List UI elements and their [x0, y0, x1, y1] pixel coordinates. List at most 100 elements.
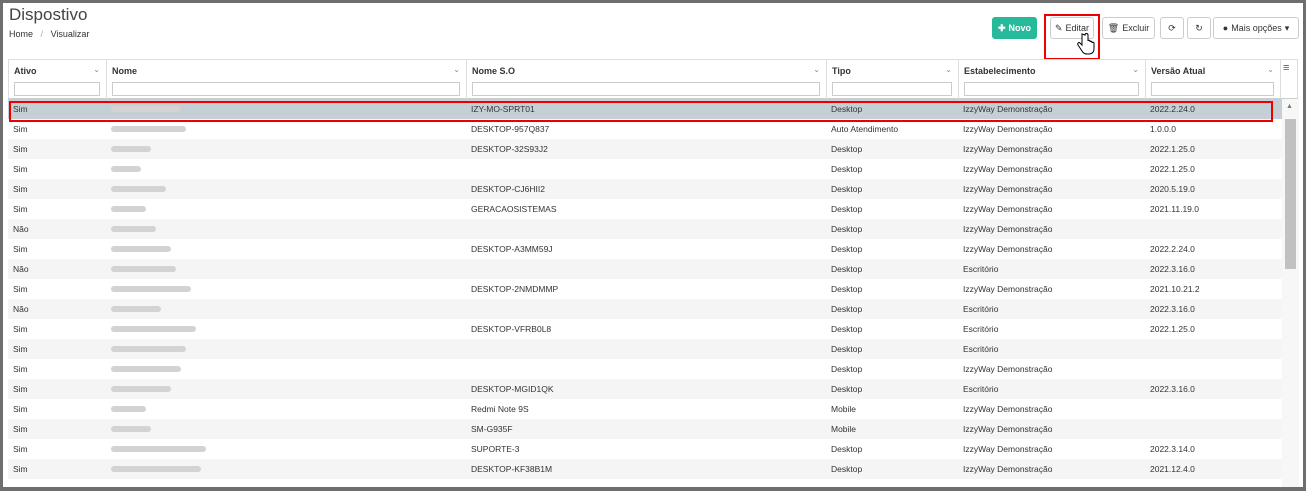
filter-nome-input[interactable] — [112, 82, 460, 96]
cell-nome-so: DESKTOP-957Q837 — [471, 124, 550, 134]
cell-versao-atual: 2022.1.25.0 — [1150, 324, 1195, 334]
column-nome[interactable]: Nome ⌄ — [107, 60, 467, 100]
table-row[interactable]: Sim DESKTOP-CJ6HII2 Desktop IzzyWay Demonst… — [8, 179, 1282, 199]
table-row[interactable]: Sim DESKTOP-957Q837 Auto Atendimento IzzyWa… — [8, 119, 1282, 139]
refresh-button[interactable]: ↻ — [1187, 17, 1211, 39]
excluir-button[interactable]: 🗑 Excluir — [1102, 17, 1155, 39]
cell-nome-redacted — [111, 326, 196, 332]
cell-nome-redacted — [111, 346, 186, 352]
filter-ativo-input[interactable] — [14, 82, 100, 96]
cell-nome-so: DESKTOP-A3MM59J — [471, 244, 553, 254]
menu-icon[interactable]: ≡ — [1283, 62, 1289, 74]
filter-tipo-input[interactable] — [832, 82, 952, 96]
hand-cursor-icon — [1077, 33, 1095, 55]
cell-estabelecimento: IzzyWay Demonstração — [963, 204, 1053, 214]
sync-button[interactable]: ⟳ — [1160, 17, 1184, 39]
cell-nome-redacted — [111, 146, 151, 152]
breadcrumb-current: Visualizar — [50, 29, 90, 39]
vertical-scrollbar[interactable]: ▲ — [1282, 99, 1299, 487]
cell-estabelecimento: Escritório — [963, 324, 999, 334]
cell-nome-so: DESKTOP-KF38B1M — [471, 464, 553, 474]
table-row[interactable]: Não Desktop IzzyWay Demonstração — [8, 219, 1282, 239]
cell-versao-atual: 2021.10.21.2 — [1150, 284, 1200, 294]
column-nome-so-label: Nome S.O — [472, 66, 516, 76]
column-estabelecimento[interactable]: Estabelecimento ⌄ — [959, 60, 1146, 100]
column-tipo-label: Tipo — [832, 66, 851, 76]
circle-icon: ● — [1222, 23, 1229, 33]
table-row[interactable]: Sim DESKTOP-KF38B1M Desktop IzzyWay Demonst… — [8, 459, 1282, 479]
filter-nome-so-input[interactable] — [472, 82, 820, 96]
table-row[interactable]: Sim GERACAOSISTEMAS Desktop IzzyWay Demonst… — [8, 199, 1282, 219]
plus-icon: ✚ — [997, 22, 1006, 33]
cell-ativo: Sim — [13, 384, 28, 394]
cell-nome-so: DESKTOP-2NMDMMP — [471, 284, 559, 294]
column-ativo[interactable]: Ativo ⌄ — [9, 60, 107, 100]
cell-tipo: Desktop — [831, 384, 863, 394]
table-row[interactable]: Sim Desktop Escritório — [8, 339, 1282, 359]
chevron-down-icon[interactable]: ⌄ — [1132, 65, 1139, 74]
table-row[interactable]: Sim DESKTOP-A3MM59J Desktop IzzyWay Demonst… — [8, 239, 1282, 259]
column-versao-atual[interactable]: Versão Atual ⌄ — [1146, 60, 1281, 100]
cell-tipo: Auto Atendimento — [831, 124, 899, 134]
trash-icon: 🗑 — [1107, 22, 1120, 33]
cell-estabelecimento: IzzyWay Demonstração — [963, 224, 1053, 234]
cell-versao-atual: 2022.3.16.0 — [1150, 304, 1195, 314]
chevron-down-icon[interactable]: ⌄ — [453, 65, 460, 74]
chevron-down-icon[interactable]: ⌄ — [1267, 65, 1274, 74]
scroll-up-icon[interactable]: ▲ — [1286, 103, 1293, 110]
cell-tipo: Desktop — [831, 164, 863, 174]
cell-versao-atual: 2022.1.25.0 — [1150, 144, 1195, 154]
cell-ativo: Sim — [13, 144, 28, 154]
cell-ativo: Sim — [13, 124, 28, 134]
scroll-thumb[interactable] — [1285, 119, 1296, 269]
cell-tipo: Desktop — [831, 184, 863, 194]
cell-nome-redacted — [111, 126, 186, 132]
column-nome-label: Nome — [112, 66, 138, 76]
cell-versao-atual: 1.0.0.0 — [1150, 124, 1176, 134]
novo-button[interactable]: ✚ Novo — [992, 17, 1037, 39]
cell-tipo: Desktop — [831, 224, 863, 234]
mais-opcoes-label: Mais opções — [1231, 23, 1282, 33]
refresh-icon: ↻ — [1195, 22, 1203, 33]
column-nome-so[interactable]: Nome S.O ⌄ — [467, 60, 827, 100]
cell-nome-redacted — [111, 406, 146, 412]
cell-ativo: Sim — [13, 444, 28, 454]
cell-estabelecimento: IzzyWay Demonstração — [963, 284, 1053, 294]
mais-opcoes-button[interactable]: ● Mais opções ▾ — [1213, 17, 1299, 39]
table-row[interactable]: Sim DESKTOP-VFRB0L8 Desktop Escritório 2022.… — [8, 319, 1282, 339]
cell-estabelecimento: IzzyWay Demonstração — [963, 184, 1053, 194]
filter-versao-atual-input[interactable] — [1151, 82, 1274, 96]
chevron-down-icon[interactable]: ⌄ — [813, 65, 820, 74]
cell-ativo: Sim — [13, 244, 28, 254]
column-menu[interactable]: ≡ — [1280, 60, 1297, 100]
cell-versao-atual: 2020.5.19.0 — [1150, 184, 1195, 194]
table-row[interactable]: Sim Redmi Note 9S Mobile IzzyWay Demonstraç… — [8, 399, 1282, 419]
table-row[interactable]: Sim DESKTOP-MGID1QK Desktop Escritório 2022.… — [8, 379, 1282, 399]
cell-tipo: Desktop — [831, 284, 863, 294]
cell-nome-redacted — [111, 366, 181, 372]
chevron-down-icon[interactable]: ⌄ — [93, 65, 100, 74]
cell-versao-atual: 2021.11.19.0 — [1150, 204, 1199, 214]
caret-down-icon: ▾ — [1284, 22, 1290, 33]
cell-ativo: Não — [13, 224, 29, 234]
cell-versao-atual: 2022.2.24.0 — [1150, 244, 1195, 254]
cell-tipo: Desktop — [831, 204, 863, 214]
table-row[interactable]: Sim SUPORTE-3 Desktop IzzyWay Demonstração 2… — [8, 439, 1282, 459]
cell-estabelecimento: Escritório — [963, 264, 999, 274]
cell-estabelecimento: IzzyWay Demonstração — [963, 364, 1053, 374]
cell-tipo: Desktop — [831, 144, 863, 154]
cell-nome-redacted — [111, 186, 166, 192]
chevron-down-icon[interactable]: ⌄ — [945, 65, 952, 74]
table-row[interactable]: Sim SM-G935F Mobile IzzyWay Demonstração — [8, 419, 1282, 439]
table-row[interactable]: Sim Desktop IzzyWay Demonstração — [8, 359, 1282, 379]
table-row[interactable]: Sim DESKTOP-2NMDMMP Desktop IzzyWay Demonst… — [8, 279, 1282, 299]
filter-estabelecimento-input[interactable] — [964, 82, 1139, 96]
breadcrumb-home[interactable]: Home — [9, 29, 33, 39]
table-row[interactable]: Não Desktop Escritório 2022.3.16.0 — [8, 299, 1282, 319]
cell-ativo: Sim — [13, 324, 28, 334]
column-tipo[interactable]: Tipo ⌄ — [827, 60, 959, 100]
breadcrumb: Home / Visualizar — [9, 29, 89, 39]
table-row[interactable]: Não Desktop Escritório 2022.3.16.0 — [8, 259, 1282, 279]
table-row[interactable]: Sim Desktop IzzyWay Demonstração 2022.1.25.… — [8, 159, 1282, 179]
table-row[interactable]: Sim DESKTOP-32S93J2 Desktop IzzyWay Demonst… — [8, 139, 1282, 159]
